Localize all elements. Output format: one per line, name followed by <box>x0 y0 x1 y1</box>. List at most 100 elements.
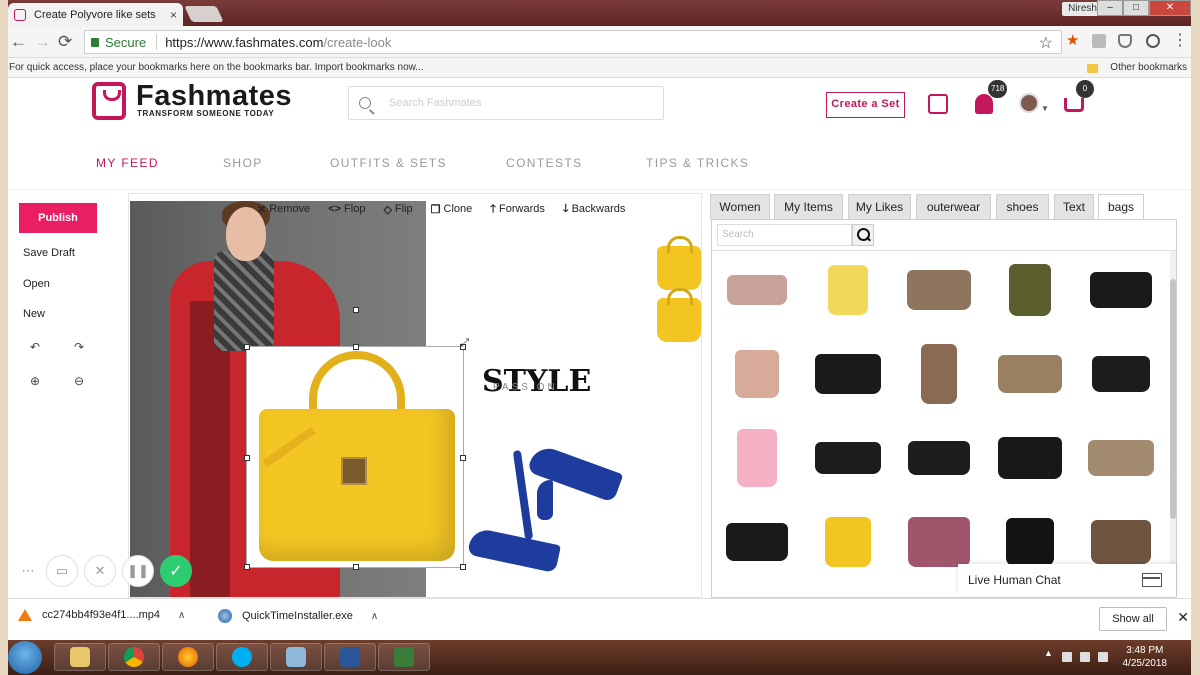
webcam-icon[interactable]: ▭ <box>46 555 78 587</box>
new-button[interactable]: New <box>23 308 45 320</box>
taskbar-clock[interactable]: 3:48 PM 4/25/2018 <box>1123 644 1168 670</box>
chevron-up-icon[interactable]: ∧ <box>178 610 185 621</box>
close-icon[interactable]: ✕ <box>1177 609 1189 626</box>
nav-tips-tricks[interactable]: TIPS & TRICKS <box>646 156 749 170</box>
selected-yellow-bag[interactable]: ⤢ <box>244 307 469 570</box>
tab-bags[interactable]: bags <box>1098 194 1144 219</box>
bag-item[interactable] <box>902 258 976 322</box>
profile-card-icon[interactable] <box>928 94 948 114</box>
save-draft-button[interactable]: Save Draft <box>23 247 75 259</box>
bag-item[interactable] <box>811 510 885 574</box>
bag-item[interactable] <box>720 510 794 574</box>
clone-tool[interactable]: ❐ Clone <box>431 203 473 216</box>
tab-outerwear[interactable]: outerwear <box>916 194 991 219</box>
avatar[interactable] <box>1019 93 1039 113</box>
bookmark-star-icon[interactable]: ☆ <box>1039 33 1053 53</box>
skype-taskbar-button[interactable] <box>216 643 268 671</box>
backwards-tool[interactable]: 🡓 Backwards <box>563 200 626 219</box>
yellow-bag-thumbnail[interactable] <box>657 236 701 290</box>
tab-text[interactable]: Text <box>1054 194 1094 219</box>
minimize-button[interactable]: – <box>1097 0 1123 16</box>
cancel-recording-icon[interactable]: ✕ <box>84 555 116 587</box>
nav-shop[interactable]: SHOP <box>223 156 263 170</box>
maximize-button[interactable]: □ <box>1123 0 1149 16</box>
tab-women[interactable]: Women <box>710 194 770 219</box>
zoom-out-icon[interactable]: ⊖ <box>74 374 84 388</box>
extension-star-icon[interactable]: ★ <box>1066 31 1080 49</box>
firefox-taskbar-button[interactable] <box>162 643 214 671</box>
new-tab-button[interactable] <box>184 6 224 22</box>
panel-search-input[interactable]: Search <box>717 224 852 246</box>
resize-handle[interactable] <box>244 564 250 570</box>
finish-recording-icon[interactable]: ✓ <box>160 555 192 587</box>
yellow-bag-thumbnail[interactable] <box>657 288 701 342</box>
extension-chrome-icon[interactable] <box>1146 34 1160 48</box>
close-window-button[interactable]: ✕ <box>1149 0 1191 16</box>
resize-handle[interactable] <box>460 455 466 461</box>
chevron-up-icon[interactable]: ∧ <box>371 611 378 622</box>
bag-item[interactable] <box>720 342 794 406</box>
forward-arrow-icon[interactable]: → <box>34 33 51 50</box>
fashmates-logo-icon[interactable] <box>92 82 126 120</box>
terminal-taskbar-button[interactable] <box>378 643 430 671</box>
chrome-taskbar-button[interactable] <box>108 643 160 671</box>
tray-monitor-icon[interactable] <box>1062 652 1072 662</box>
resize-handle[interactable] <box>353 564 359 570</box>
import-bookmarks-link[interactable]: Import bookmarks now... <box>315 62 424 73</box>
scale-arrows-icon[interactable]: ⤢ <box>460 337 469 350</box>
resize-handle[interactable] <box>460 564 466 570</box>
explorer-taskbar-button[interactable] <box>54 643 106 671</box>
other-bookmarks[interactable]: Other bookmarks <box>1087 58 1187 78</box>
rotate-handle[interactable] <box>353 307 359 313</box>
bag-item[interactable] <box>902 426 976 490</box>
scrollbar-thumb[interactable] <box>1170 279 1176 519</box>
pause-icon[interactable]: ❚❚ <box>122 555 154 587</box>
menu-icon[interactable]: ⋮ <box>1172 30 1188 49</box>
resize-handle[interactable] <box>244 455 250 461</box>
nav-outfits-sets[interactable]: OUTFITS & SETS <box>330 156 447 170</box>
zoom-in-icon[interactable]: ⊕ <box>30 374 40 388</box>
bag-item[interactable] <box>993 258 1067 322</box>
set-canvas[interactable]: ✕ Remove <> Flop ◇ Flip ❐ Clone 🡑 Forwar… <box>128 193 702 598</box>
bag-item[interactable] <box>1084 342 1158 406</box>
more-icon[interactable]: ⋯ <box>16 559 40 583</box>
cart-icon[interactable] <box>1064 98 1084 112</box>
tab-my-likes[interactable]: My Likes <box>848 194 911 219</box>
remove-tool[interactable]: ✕ Remove <box>257 203 310 216</box>
show-all-button[interactable]: Show all <box>1099 607 1167 631</box>
address-bar[interactable]: Secure https://www.fashmates.com /create… <box>84 30 1062 54</box>
bag-item[interactable] <box>902 342 976 406</box>
live-chat-widget[interactable]: Live Human Chat <box>958 564 1176 596</box>
tab-close-icon[interactable]: × <box>170 8 177 22</box>
extension-shield-icon[interactable] <box>1118 34 1132 48</box>
bag-item[interactable] <box>1084 258 1158 322</box>
site-search-input[interactable]: Search Fashmates <box>348 86 664 120</box>
back-arrow-icon[interactable]: ← <box>10 33 27 50</box>
download-item[interactable]: cc274bb4f93e4f1....mp4 ∧ <box>18 609 185 621</box>
chat-window-icon[interactable] <box>1142 573 1162 587</box>
reload-icon[interactable]: ⟳ <box>58 33 72 50</box>
redo-icon[interactable]: ↷ <box>74 340 84 354</box>
chevron-down-icon[interactable]: ▼ <box>1041 104 1049 113</box>
bag-item[interactable] <box>811 342 885 406</box>
browser-tab[interactable]: Create Polyvore like sets × <box>8 3 183 26</box>
bag-item[interactable] <box>1084 426 1158 490</box>
panel-scrollbar[interactable] <box>1170 251 1176 595</box>
tab-shoes[interactable]: shoes <box>996 194 1049 219</box>
bell-icon[interactable] <box>975 94 993 114</box>
download-item[interactable]: QuickTimeInstaller.exe ∧ <box>218 609 378 623</box>
open-button[interactable]: Open <box>23 278 50 290</box>
create-set-button[interactable]: Create a Set <box>826 92 905 118</box>
start-button-icon[interactable] <box>8 641 42 674</box>
nav-my-feed[interactable]: MY FEED <box>96 156 159 170</box>
undo-icon[interactable]: ↶ <box>30 340 40 354</box>
word-taskbar-button[interactable] <box>324 643 376 671</box>
bag-item[interactable] <box>811 258 885 322</box>
tab-my-items[interactable]: My Items <box>774 194 843 219</box>
bag-item[interactable] <box>811 426 885 490</box>
extension-doc-icon[interactable] <box>1092 34 1106 48</box>
bag-item[interactable] <box>993 426 1067 490</box>
app-taskbar-button[interactable] <box>270 643 322 671</box>
flop-tool[interactable]: <> Flop <box>328 203 365 215</box>
bag-item[interactable] <box>720 426 794 490</box>
